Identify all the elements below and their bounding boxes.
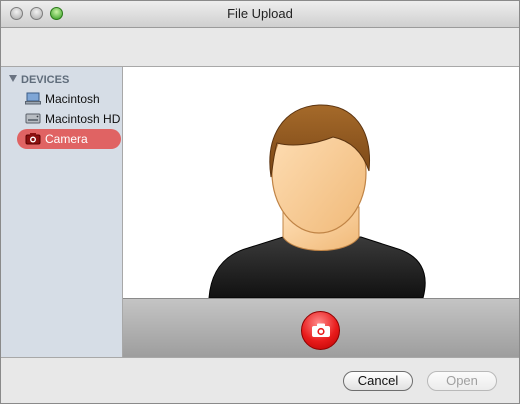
- devices-section-header[interactable]: DEVICES: [9, 74, 69, 86]
- sidebar-item-macintosh-hd[interactable]: Macintosh HD: [17, 109, 121, 129]
- camera-icon: [312, 323, 330, 337]
- sidebar-item-camera[interactable]: Camera: [17, 129, 121, 149]
- sidebar-item-label: Macintosh HD: [45, 112, 121, 126]
- dialog-footer: Cancel Open: [1, 357, 519, 403]
- cancel-button[interactable]: Cancel: [343, 371, 413, 391]
- window-title: File Upload: [227, 6, 293, 21]
- person-avatar-icon: [208, 104, 426, 298]
- take-picture-button[interactable]: [301, 311, 340, 350]
- hard-drive-icon: [25, 112, 41, 125]
- title-bar: File Upload: [1, 1, 519, 28]
- toolbar: [1, 28, 519, 67]
- laptop-icon: [25, 92, 41, 105]
- camera-icon: [25, 132, 41, 145]
- sidebar-item-label: Camera: [45, 132, 88, 146]
- sidebar: DEVICES Macintosh Macintosh HD Camera: [1, 67, 123, 357]
- disclosure-triangle-icon: [9, 75, 17, 82]
- sidebar-item-label: Macintosh: [45, 92, 100, 106]
- sidebar-item-macintosh[interactable]: Macintosh: [17, 89, 121, 109]
- file-upload-window: File Upload DEVICES Macintosh Macintosh …: [0, 0, 520, 404]
- open-button[interactable]: Open: [427, 371, 497, 391]
- capture-bar: [123, 298, 519, 358]
- devices-label: DEVICES: [21, 74, 70, 86]
- camera-preview: [123, 67, 519, 298]
